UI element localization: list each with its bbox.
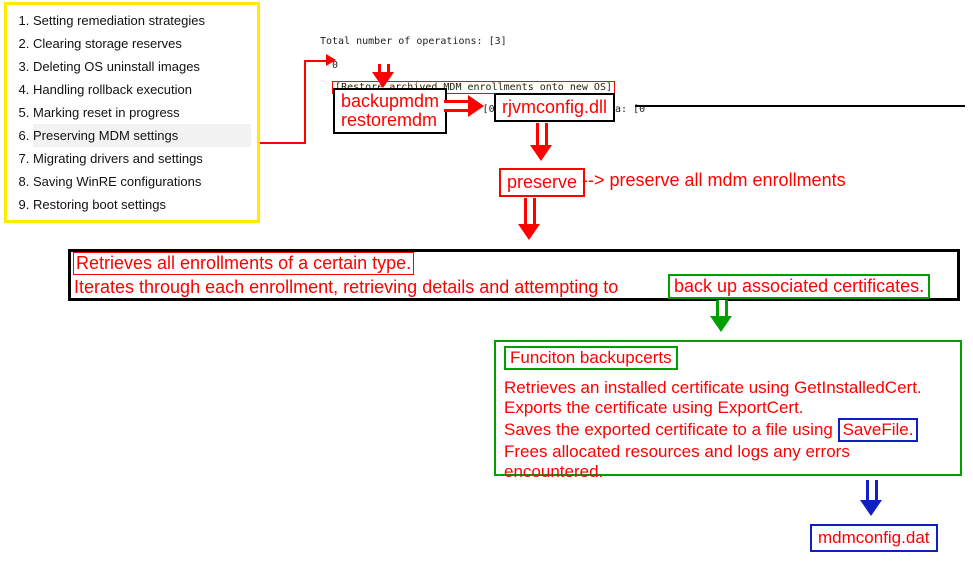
arrow-head-2 bbox=[372, 72, 394, 88]
sidebar-item-7[interactable]: Migrating drivers and settings bbox=[33, 147, 251, 170]
func-line-2: Exports the certificate using ExportCert… bbox=[504, 398, 952, 418]
backup-restore-box: backupmdm restoremdm bbox=[333, 88, 447, 134]
rjvmconfig-label: rjvmconfig.dll bbox=[502, 97, 607, 117]
divider-line bbox=[635, 105, 965, 107]
sidebar-item-9[interactable]: Restoring boot settings bbox=[33, 193, 251, 216]
arrow-stem-4 bbox=[536, 123, 548, 147]
sidebar-item-4[interactable]: Handling rollback execution bbox=[33, 78, 251, 101]
retrieve-line2b-greenbox: back up associated certificates. bbox=[668, 274, 930, 299]
retrieve-line2b-label: back up associated certificates. bbox=[674, 276, 924, 296]
preserve-label: preserve bbox=[507, 172, 577, 192]
arrow-line-seg2 bbox=[304, 60, 306, 144]
sidebar-item-2[interactable]: Clearing storage reserves bbox=[33, 32, 251, 55]
preserve-note: --> preserve all mdm enrollments bbox=[582, 170, 846, 191]
retrieve-line2a: Iterates through each enrollment, retrie… bbox=[74, 277, 618, 298]
func-line-4: Frees allocated resources and logs any e… bbox=[504, 442, 952, 482]
arrow-head-5 bbox=[518, 224, 540, 240]
rjvmconfig-box: rjvmconfig.dll bbox=[494, 93, 615, 122]
sidebar-item-5[interactable]: Marking reset in progress bbox=[33, 101, 251, 124]
sidebar-item-8[interactable]: Saving WinRE configurations bbox=[33, 170, 251, 193]
function-backupcerts-box: Funciton backupcerts Retrieves an instal… bbox=[494, 340, 962, 476]
arrow-line-seg3 bbox=[304, 60, 328, 62]
backupmdm-label: backupmdm bbox=[341, 92, 439, 111]
mdmconfig-label: mdmconfig.dat bbox=[818, 528, 930, 547]
function-title-box: Funciton backupcerts bbox=[504, 346, 678, 370]
func-line-1: Retrieves an installed certificate using… bbox=[504, 378, 952, 398]
arrow-head-7 bbox=[860, 500, 882, 516]
log-line-1: Total number of operations: [3] bbox=[320, 36, 507, 47]
sidebar-list: Setting remediation strategies Clearing … bbox=[4, 2, 260, 223]
mdmconfig-box: mdmconfig.dat bbox=[810, 524, 938, 552]
sidebar-ordered-list: Setting remediation strategies Clearing … bbox=[13, 9, 251, 216]
arrow-line-seg1 bbox=[260, 142, 306, 144]
sidebar-item-3[interactable]: Deleting OS uninstall images bbox=[33, 55, 251, 78]
preserve-box: preserve bbox=[499, 168, 585, 197]
arrow-head-3 bbox=[468, 95, 484, 117]
sidebar-item-6[interactable]: Preserving MDM settings bbox=[33, 124, 251, 147]
arrow-stem-3 bbox=[444, 100, 470, 112]
func-line-3: Saves the exported certificate to a file… bbox=[504, 418, 952, 442]
func-line-3a: Saves the exported certificate to a file… bbox=[504, 420, 833, 439]
arrow-head-1 bbox=[326, 54, 336, 66]
retrieve-line1-box: Retrieves all enrollments of a certain t… bbox=[73, 252, 414, 275]
restoremdm-label: restoremdm bbox=[341, 111, 439, 130]
arrow-head-6 bbox=[710, 316, 732, 332]
function-title-label: Funciton backupcerts bbox=[510, 348, 672, 367]
arrow-stem-7 bbox=[866, 480, 878, 502]
arrow-head-4 bbox=[530, 145, 552, 161]
savefile-bluebox: SaveFile. bbox=[838, 418, 919, 442]
sidebar-item-1[interactable]: Setting remediation strategies bbox=[33, 9, 251, 32]
arrow-stem-5 bbox=[524, 198, 536, 226]
